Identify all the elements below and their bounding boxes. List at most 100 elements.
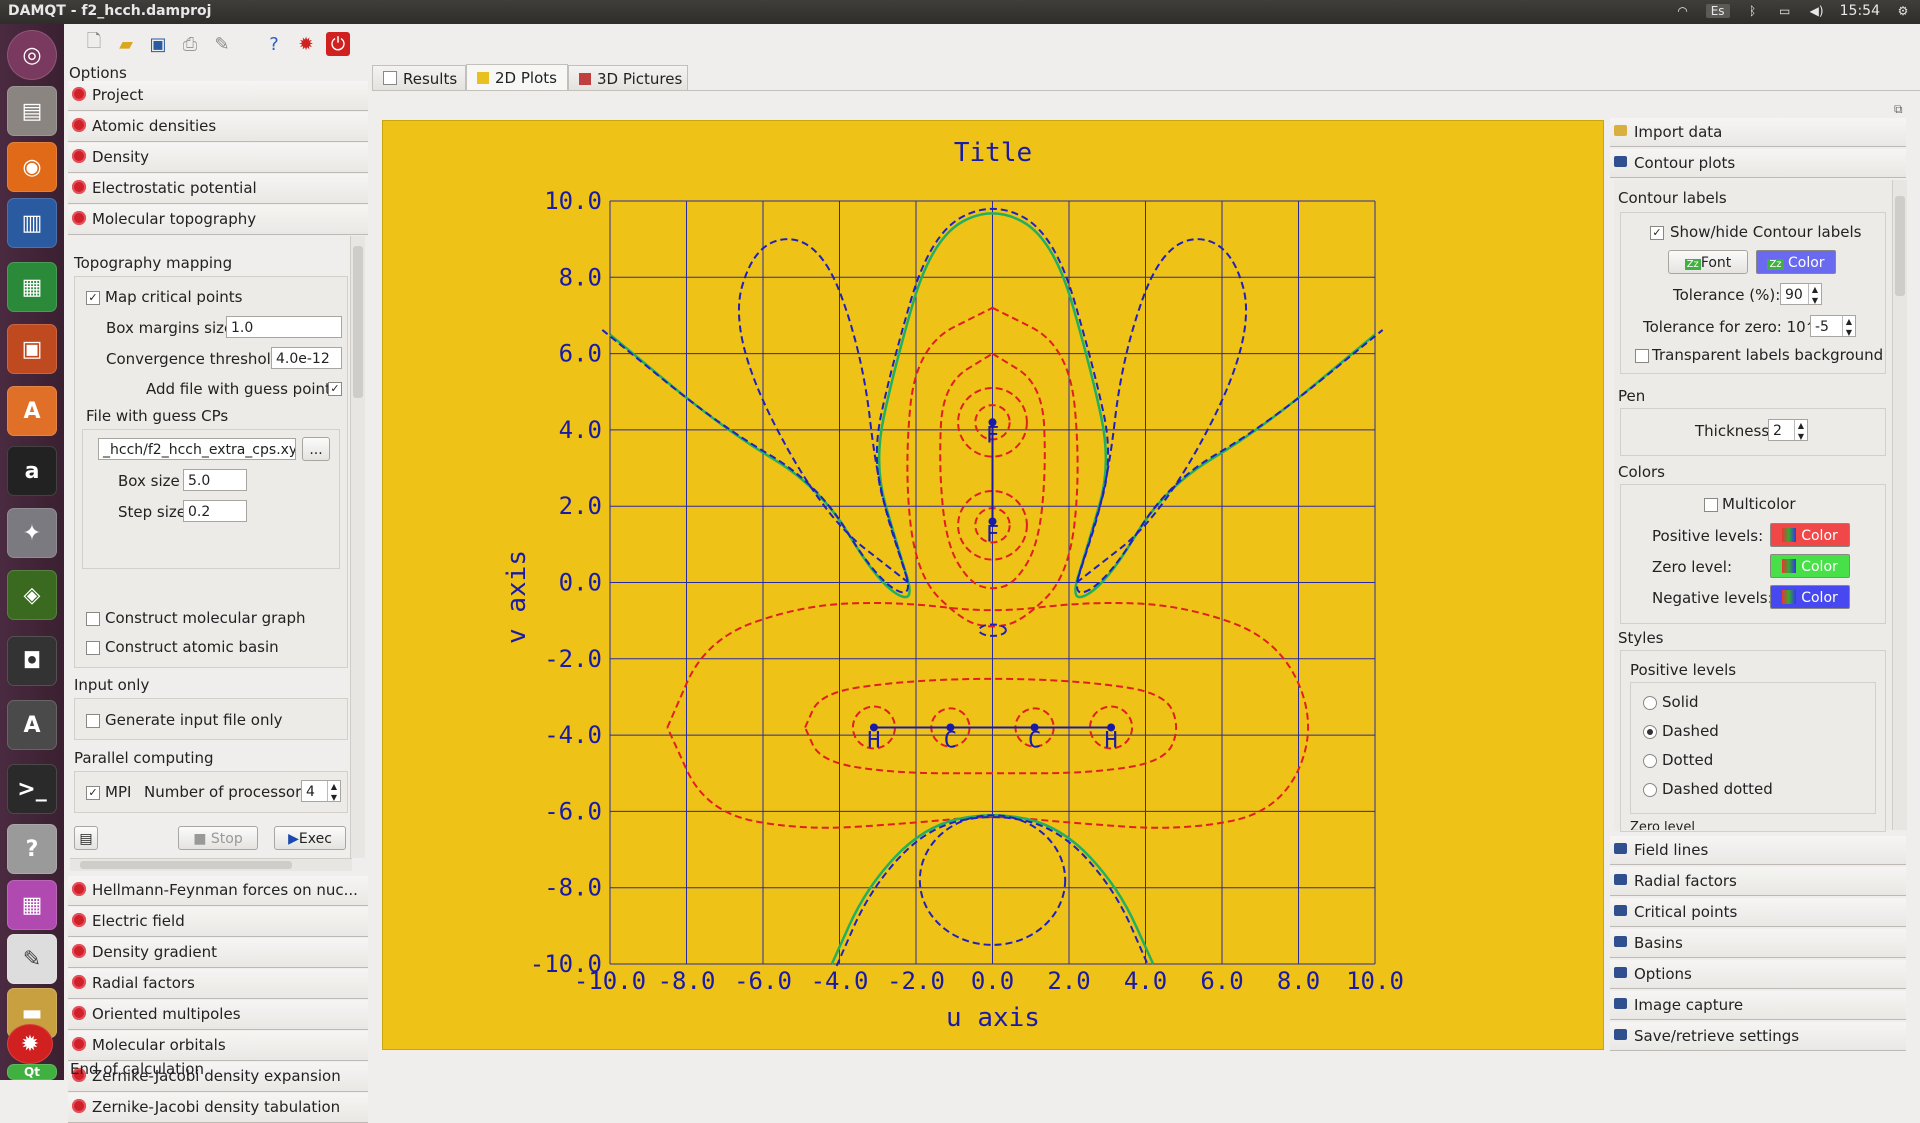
files-icon[interactable]: ▤ [7,86,57,136]
log-button[interactable]: ▤ [74,826,98,850]
terminal-icon[interactable]: >_ [7,764,57,814]
guess-file-path-input[interactable]: _hcch/f2_hcch_extra_cps.xyz [98,438,296,460]
text-editor-icon[interactable]: ✎ [7,934,57,984]
label-color-button[interactable]: Zz Color [1756,250,1836,274]
software-center-icon[interactable]: A [7,386,57,436]
qt-icon[interactable]: Qt [7,1064,57,1080]
style-dashed-radio[interactable] [1643,725,1657,739]
browse-button[interactable]: ... [302,437,330,461]
power-menu-icon[interactable]: ⚙ [1894,4,1912,18]
open-folder-icon[interactable]: ▰ [114,32,138,56]
zero-color-button[interactable]: Color [1770,554,1850,578]
exec-button[interactable]: ▶Exec [274,826,346,850]
battery-icon[interactable]: ▭ [1776,4,1794,18]
section-import-data[interactable]: Import data [1610,118,1906,147]
section-field-lines[interactable]: Field lines [1610,836,1906,865]
style-dashed-dotted-radio[interactable] [1643,783,1657,797]
step-size-input[interactable]: 0.2 [183,500,247,522]
help-icon[interactable]: ? [7,824,57,874]
settings-icon[interactable]: ✦ [7,508,57,558]
mpi-checkbox[interactable]: ✓ [86,786,100,800]
tolerance-zero-input[interactable]: -5 ▲ ▼ [1810,315,1856,337]
scroll-thumb[interactable] [1895,196,1905,296]
spin-arrows-icon[interactable]: ▲ ▼ [1808,284,1821,304]
section-electric-field[interactable]: Electric field [68,907,368,937]
camera-icon[interactable]: ◘ [7,636,57,686]
updater-icon[interactable]: A [7,700,57,750]
section-save-retrieve[interactable]: Save/retrieve settings [1610,1022,1906,1051]
bluetooth-icon[interactable]: ᛒ [1744,4,1762,18]
section-oriented-multipoles[interactable]: Oriented multipoles [68,1000,368,1030]
box-size-input[interactable]: 5.0 [183,469,247,491]
section-radial-factors-right[interactable]: Radial factors [1610,867,1906,896]
calc-icon[interactable]: ▦ [7,262,57,312]
nproc-input[interactable]: 4 ▲ ▼ [301,780,341,802]
save-icon[interactable]: ▣ [146,32,170,56]
print-icon[interactable]: ⎙ [178,32,202,56]
style-solid-radio[interactable] [1643,696,1657,710]
damqt-icon[interactable]: ✹ [7,1024,53,1064]
amazon-icon[interactable]: a [7,446,57,496]
section-molecular-topography[interactable]: Molecular topography [68,205,368,235]
section-project[interactable]: Project [68,81,368,111]
undock-icon[interactable]: ⧉ [1894,102,1903,117]
firefox-icon[interactable]: ◉ [7,142,57,192]
keyboard-layout-indicator[interactable]: Es [1705,4,1730,18]
tab-2d-plots[interactable]: 2D Plots [466,64,568,91]
thickness-input[interactable]: 2 ▲ ▼ [1768,419,1808,441]
tab-results[interactable]: Results [372,65,466,91]
positive-color-button[interactable]: Color [1770,523,1850,547]
section-image-capture[interactable]: Image capture [1610,991,1906,1020]
pdf-icon[interactable]: ✎ [210,32,234,56]
section-critical-points[interactable]: Critical points [1610,898,1906,927]
atomic-basin-checkbox[interactable] [86,641,100,655]
tab-3d-pictures[interactable]: 3D Pictures [568,65,688,91]
convergence-threshold-input[interactable]: 4.0e-12 [271,347,342,369]
generate-input-checkbox[interactable] [86,714,100,728]
show-hide-labels-checkbox[interactable]: ✓ [1650,226,1664,240]
hscroll-thumb[interactable] [80,861,292,869]
add-file-guess-checkbox[interactable]: ✓ [328,382,342,396]
negative-color-button[interactable]: Color [1770,585,1850,609]
quit-icon[interactable]: ⏻ [326,32,350,56]
spin-arrows-icon[interactable]: ▲ ▼ [1794,420,1807,440]
style-dotted-radio[interactable] [1643,754,1657,768]
section-atomic-densities[interactable]: Atomic densities [68,112,368,142]
section-options[interactable]: Options [1610,960,1906,989]
section-radial-factors[interactable]: Radial factors [68,969,368,999]
horizontal-scrollbar[interactable] [70,858,352,871]
section-molecular-orbitals[interactable]: Molecular orbitals [68,1031,368,1061]
workspace-switcher-icon[interactable]: ▦ [7,880,57,930]
section-density[interactable]: Density [68,143,368,173]
tolerance-input[interactable]: 90 ▲ ▼ [1780,283,1822,305]
writer-icon[interactable]: ▥ [7,198,57,248]
plot-canvas[interactable]: F F H C C H -10.0 -8.0 -6.0 -4.0 -2.0 0.0 2.0 4.0 6.0… [382,120,1604,1050]
help-icon[interactable]: ? [262,32,286,56]
volume-icon[interactable]: ◀) [1808,4,1826,18]
options-scrollbar[interactable] [350,236,365,858]
clock[interactable]: 15:54 [1840,3,1880,19]
spin-arrows-icon[interactable]: ▲ ▼ [327,781,340,801]
section-hellmann-feynman[interactable]: Hellmann-Feynman forces on nuc... [68,876,368,906]
contour-settings-scrollbar[interactable] [1892,180,1907,830]
section-electrostatic-potential[interactable]: Electrostatic potential [68,174,368,204]
stop-button[interactable]: ■ Stop [178,826,258,850]
box-margins-input[interactable]: 1.0 [226,316,342,338]
section-contour-plots[interactable]: Contour plots [1610,149,1906,178]
damqt-gear-icon[interactable]: ✹ [294,32,318,56]
font-button[interactable]: Zz Font [1668,250,1748,274]
spin-arrows-icon[interactable]: ▲ ▼ [1842,316,1855,336]
map-critical-points-checkbox[interactable]: ✓ [86,291,100,305]
impress-icon[interactable]: ▣ [7,324,57,374]
ubuntu-dash-icon[interactable]: ◎ [7,30,57,80]
nvidia-icon[interactable]: ◈ [7,570,57,620]
molecular-graph-checkbox[interactable] [86,612,100,626]
transparent-bg-checkbox[interactable] [1635,349,1649,363]
new-file-icon[interactable]: 🗋 [82,31,106,56]
scroll-thumb[interactable] [353,246,363,398]
section-zernike-tabulation[interactable]: Zernike-Jacobi density tabulation [68,1093,368,1123]
wifi-icon[interactable]: ◠ [1674,4,1692,18]
section-density-gradient[interactable]: Density gradient [68,938,368,968]
section-basins[interactable]: Basins [1610,929,1906,958]
multicolor-checkbox[interactable] [1704,498,1718,512]
